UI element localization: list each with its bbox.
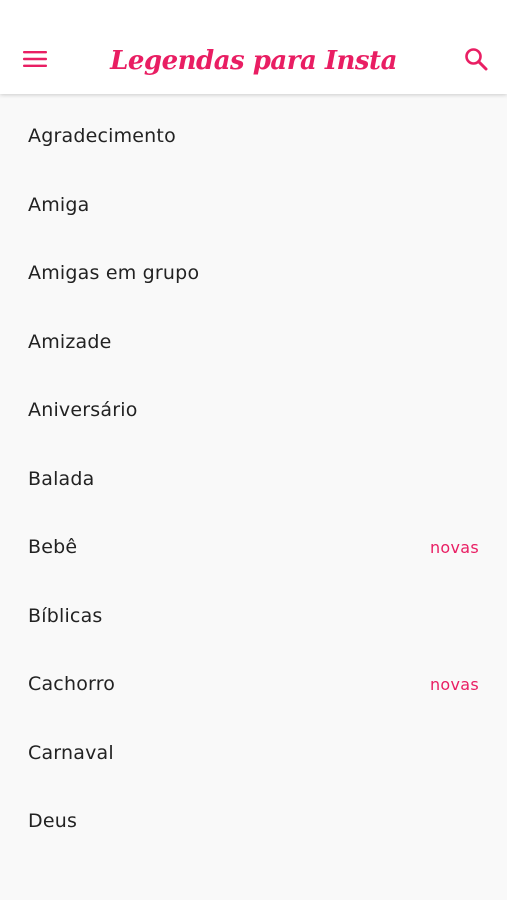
app-screen: Legendas para Insta Agradecimento Amiga …	[0, 0, 507, 900]
search-button[interactable]	[455, 40, 497, 78]
category-item-amigas-em-grupo[interactable]: Amigas em grupo	[0, 239, 507, 308]
category-label: Balada	[28, 467, 95, 490]
category-label: Amigas em grupo	[28, 262, 200, 285]
category-label: Agradecimento	[28, 125, 176, 148]
menu-button[interactable]	[14, 40, 56, 78]
category-label: Bebê	[28, 536, 78, 559]
category-label: Carnaval	[28, 741, 114, 764]
category-label: Deus	[28, 810, 78, 833]
category-item-deus[interactable]: Deus	[0, 787, 507, 856]
category-item-amiga[interactable]: Amiga	[0, 171, 507, 240]
search-icon	[465, 48, 488, 71]
category-list: Agradecimento Amiga Amigas em grupo Amiz…	[0, 102, 507, 856]
new-badge: novas	[429, 674, 479, 694]
category-item-amizade[interactable]: Amizade	[0, 308, 507, 377]
category-item-aniversario[interactable]: Aniversário	[0, 376, 507, 445]
category-item-bebe[interactable]: Bebê novas	[0, 513, 507, 582]
category-item-carnaval[interactable]: Carnaval	[0, 719, 507, 788]
new-badge: novas	[429, 537, 479, 557]
category-item-biblicas[interactable]: Bíblicas	[0, 582, 507, 651]
app-bar: Legendas para Insta	[0, 0, 507, 94]
category-label: Bíblicas	[28, 604, 103, 627]
app-title: Legendas para Insta	[110, 46, 397, 76]
category-item-agradecimento[interactable]: Agradecimento	[0, 102, 507, 171]
category-item-balada[interactable]: Balada	[0, 445, 507, 514]
category-label: Aniversário	[28, 399, 138, 422]
hamburger-menu-icon	[23, 51, 47, 67]
category-label: Amiga	[28, 193, 90, 216]
category-label: Cachorro	[28, 673, 116, 696]
category-label: Amizade	[28, 330, 112, 353]
category-item-cachorro[interactable]: Cachorro novas	[0, 650, 507, 719]
